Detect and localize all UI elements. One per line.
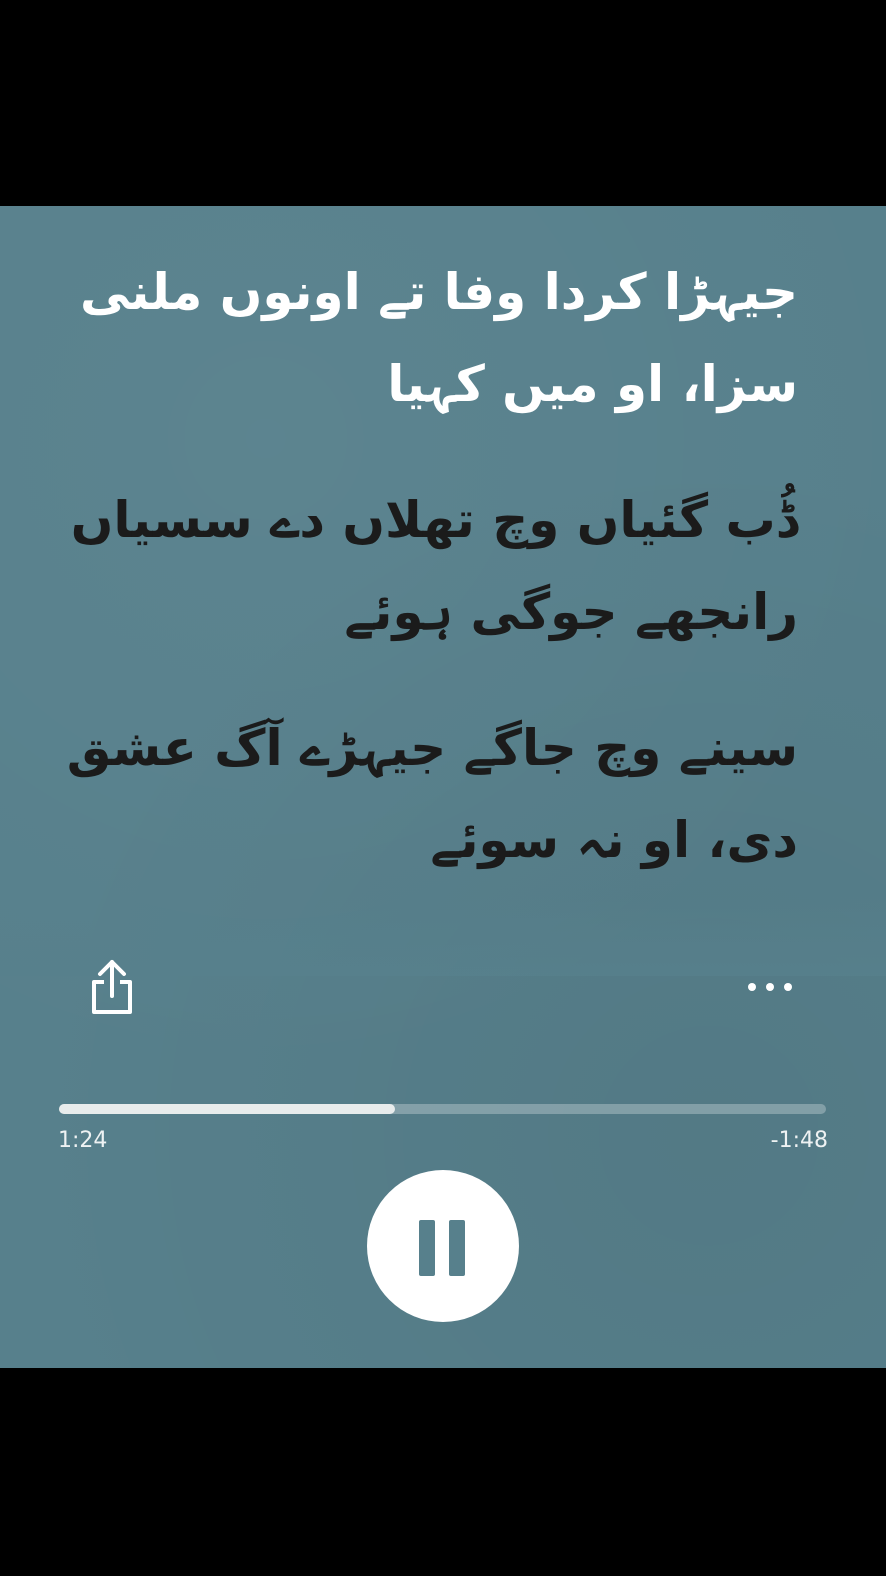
pause-bar-left: [419, 1220, 435, 1276]
pause-bar-right: [449, 1220, 465, 1276]
elapsed-time: 1:24: [58, 1128, 108, 1153]
more-options-icon: [748, 983, 792, 991]
share-button[interactable]: [84, 956, 140, 1018]
more-options-button[interactable]: [740, 970, 800, 1004]
lyric-line-upcoming[interactable]: سینے وچ جاگے جیہڑے آگ عشق دی، او نہ سوئے: [58, 702, 798, 886]
top-letterbox: [0, 0, 886, 206]
remaining-time: -1:48: [770, 1128, 828, 1153]
lyrics-player: جیہڑا کردا وفا تے اونوں ملنی سزا، او میں…: [0, 206, 886, 1368]
share-icon: [92, 960, 132, 1014]
lyric-line-next[interactable]: ڈُب گئیاں وچ تھلاں دے سسیاں رانجھے جوگی …: [58, 474, 798, 658]
playback-progress-slider[interactable]: [59, 1104, 826, 1114]
bottom-letterbox: [0, 1368, 886, 1576]
playback-progress-fill: [59, 1104, 395, 1114]
pause-button[interactable]: [367, 1170, 519, 1322]
lyric-line-current[interactable]: جیہڑا کردا وفا تے اونوں ملنی سزا، او میں…: [58, 246, 798, 430]
lyrics-view[interactable]: جیہڑا کردا وفا تے اونوں ملنی سزا، او میں…: [58, 246, 798, 930]
